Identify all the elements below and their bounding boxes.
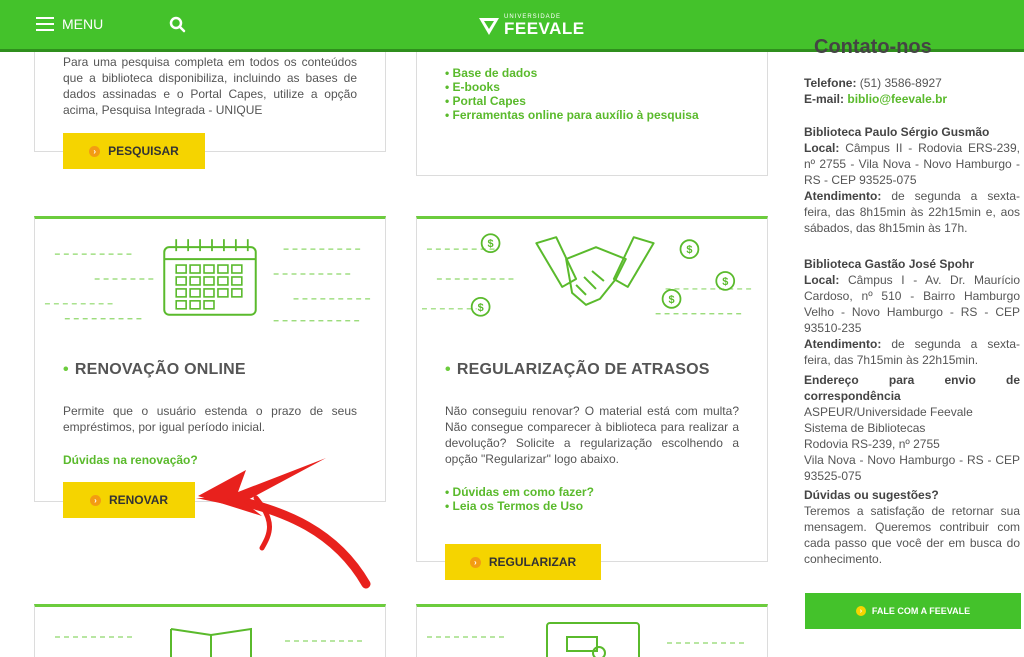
phone-label: Telefone: <box>804 76 857 90</box>
mailing-address-line-1: ASPEUR/Universidade Feevale <box>804 405 973 419</box>
link-e-books[interactable]: E-books <box>445 80 699 94</box>
overdue-card-text: Não conseguiu renovar? O material está c… <box>445 404 739 466</box>
svg-text:$: $ <box>686 244 692 256</box>
regularize-button-label: REGULARIZAR <box>488 555 577 569</box>
calendar-illustration <box>44 239 374 322</box>
mailing-address-line-2: Sistema de Bibliotecas <box>804 421 926 435</box>
renew-card-text: Permite que o usuário estenda o prazo de… <box>63 404 357 434</box>
search-icon[interactable] <box>168 15 188 35</box>
mailing-address-line-3: Rodovia RS-239, nº 2755 <box>804 437 940 451</box>
email-label: E-mail: <box>804 92 845 106</box>
overdue-title-text: REGULARIZAÇÃO DE ATRASOS <box>456 361 710 378</box>
link-base-de-dados[interactable]: Base de dados <box>445 66 699 80</box>
handshake-illustration: $ $ $ $ $ <box>421 233 756 317</box>
hamburger-icon <box>36 17 54 31</box>
svg-text:$: $ <box>722 276 728 288</box>
mailing-address-line-4: Vila Nova - Novo Hamburgo - RS - CEP 935… <box>804 453 1020 483</box>
library-2: Biblioteca Gastão José Spohr Local: Câmp… <box>804 256 1020 368</box>
svg-text:$: $ <box>478 302 484 314</box>
contact-phone: Telefone: (51) 3586-8927 <box>804 75 1020 91</box>
search-button[interactable]: › PESQUISAR <box>63 133 205 169</box>
doubts-text: Teremos a satisfação de retornar sua men… <box>804 504 1020 566</box>
contact-email: E-mail: biblio@feevale.br <box>804 91 1020 107</box>
renew-button[interactable]: › RENOVAR <box>63 482 195 518</box>
library-2-hours-label: Atendimento: <box>804 337 882 351</box>
library-2-name: Biblioteca Gastão José Spohr <box>804 257 975 271</box>
doubts-section: Dúvidas ou sugestões? Teremos a satisfaç… <box>804 487 1020 567</box>
link-ferramentas-online[interactable]: Ferramentas online para auxílio à pesqui… <box>445 108 699 122</box>
feevale-logo[interactable]: UNIVERSIDADE FEEVALE <box>478 14 585 37</box>
search-button-label: PESQUISAR <box>108 144 179 158</box>
overdue-help-link[interactable]: Dúvidas em como fazer? <box>445 485 594 499</box>
doubts-title: Dúvidas ou sugestões? <box>804 488 939 502</box>
svg-text:$: $ <box>669 294 675 306</box>
mailing-address: Endereço para envio de correspondência A… <box>804 372 1020 484</box>
library-1: Biblioteca Paulo Sérgio Gusmão Local: Câ… <box>804 124 1020 236</box>
library-1-name: Biblioteca Paulo Sérgio Gusmão <box>804 125 990 139</box>
arrow-right-icon: › <box>89 145 101 157</box>
overdue-link-list: Dúvidas em como fazer? Leia os Termos de… <box>445 485 594 513</box>
resource-link-list: Base de dados E-books Portal Capes Ferra… <box>445 66 699 122</box>
contact-feevale-label: FALE COM A FEEVALE <box>871 606 971 616</box>
links-card: Base de dados E-books Portal Capes Ferra… <box>416 52 768 176</box>
library-1-hours-label: Atendimento: <box>804 189 882 203</box>
menu-button[interactable]: MENU <box>36 16 103 32</box>
screen-illustration <box>427 622 747 657</box>
link-portal-capes[interactable]: Portal Capes <box>445 94 699 108</box>
regularize-button[interactable]: › REGULARIZAR <box>445 544 601 580</box>
arrow-right-icon: › <box>89 494 101 506</box>
library-1-local-label: Local: <box>804 141 840 155</box>
phone-value: (51) 3586-8927 <box>859 76 942 90</box>
renew-help-link[interactable]: Dúvidas na renovação? <box>63 453 198 467</box>
mailing-address-title: Endereço para envio de correspondência <box>804 373 1020 403</box>
logo-title: FEEVALE <box>504 19 585 38</box>
library-2-local-label: Local: <box>804 273 840 287</box>
renew-button-label: RENOVAR <box>108 493 169 507</box>
contact-title: Contato-nos <box>814 36 932 56</box>
overdue-card-title: • REGULARIZAÇÃO DE ATRASOS <box>445 361 710 378</box>
contact-feevale-button[interactable]: › FALE COM A FEEVALE <box>805 593 1021 629</box>
overdue-card: $ $ $ $ $ • REGULARIZAÇÃO DE ATRASOS Não cons… <box>416 216 768 562</box>
screen-card <box>416 604 768 657</box>
renew-title-text: RENOVAÇÃO ONLINE <box>74 361 246 378</box>
renew-card-title: • RENOVAÇÃO ONLINE <box>63 361 246 378</box>
arrow-right-icon: › <box>469 556 481 568</box>
book-card <box>34 604 386 657</box>
svg-text:$: $ <box>488 238 494 250</box>
feevale-shield-icon <box>479 17 499 35</box>
open-book-illustration <box>55 627 365 657</box>
red-arrow-annotation <box>196 458 371 589</box>
search-card-text: Para uma pesquisa completa em todos os c… <box>63 55 357 117</box>
menu-label: MENU <box>62 16 104 32</box>
arrow-right-icon: › <box>855 606 866 616</box>
terms-of-use-link[interactable]: Leia os Termos de Uso <box>445 499 594 513</box>
email-link[interactable]: biblio@feevale.br <box>847 92 947 106</box>
